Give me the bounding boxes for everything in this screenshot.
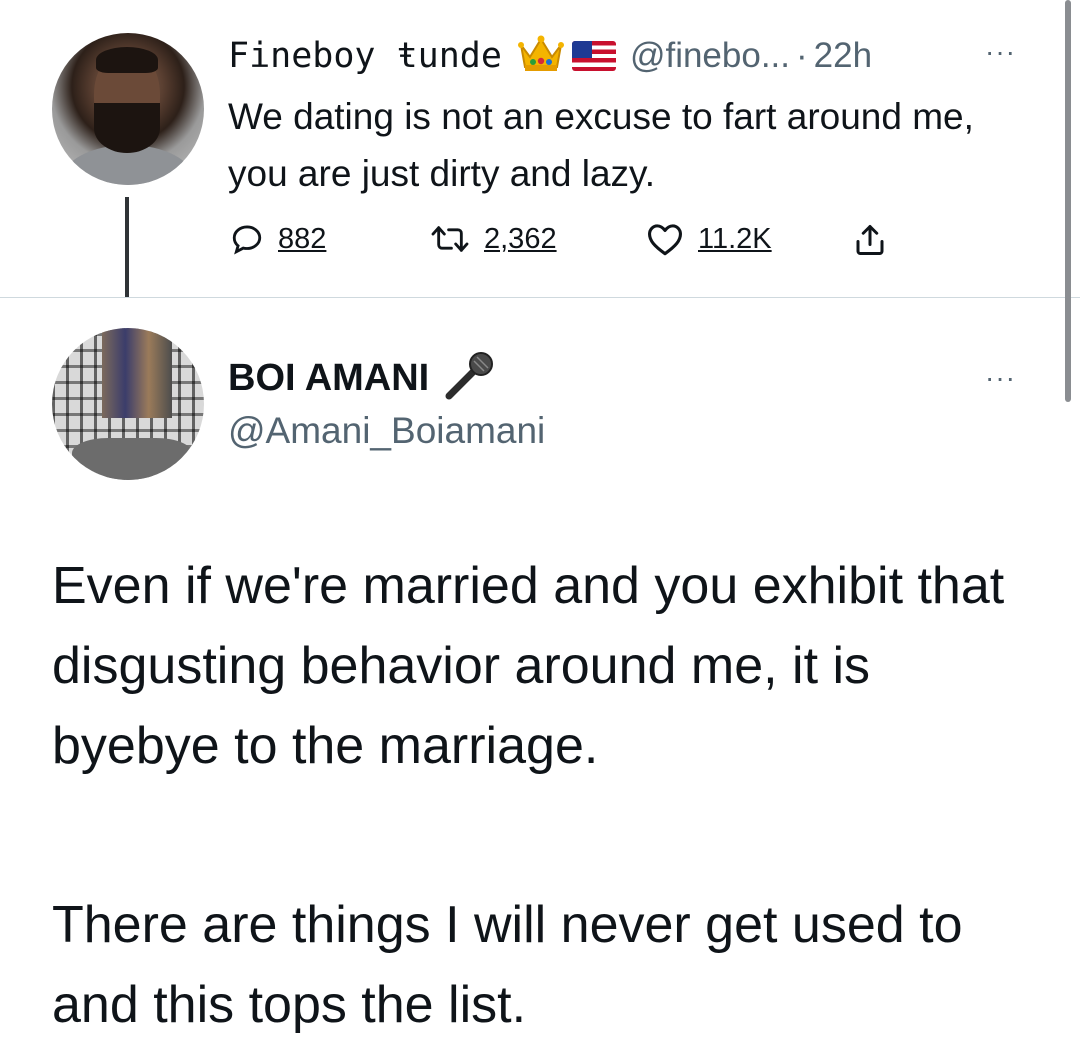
avatar-background-figure: [102, 328, 172, 418]
scrollbar-thumb[interactable]: [1065, 0, 1071, 402]
reply-tweet-paragraph-1: Even if we're married and you exhibit th…: [52, 557, 1005, 775]
share-action[interactable]: [851, 222, 889, 258]
retweet-action[interactable]: 2,362: [430, 222, 557, 256]
parent-tweet-text: We dating is not an excuse to fart aroun…: [228, 96, 974, 194]
reply-action[interactable]: 882: [230, 222, 326, 256]
thread-connector-line: [125, 197, 129, 297]
reply-author-name-row: BOI AMANI: [228, 350, 497, 407]
us-flag-emoji-icon: [571, 41, 616, 71]
reply-count: 882: [278, 222, 327, 255]
like-icon: [648, 224, 682, 256]
avatar-floor: [72, 438, 192, 480]
retweet-count: 2,362: [484, 222, 557, 255]
header-separator: ·: [796, 36, 808, 75]
crown-emoji-icon: [517, 33, 564, 79]
tweet-time[interactable]: 22h: [814, 36, 872, 76]
reply-author-handle[interactable]: @Amani_Boiamani: [228, 410, 545, 452]
tweet-divider: [0, 297, 1080, 298]
avatar-beard: [94, 103, 160, 153]
parent-author-name[interactable]: Fineboy ŧunde: [228, 36, 502, 76]
microphone-emoji-icon: [441, 350, 497, 407]
reply-author-name[interactable]: BOI AMANI: [228, 357, 429, 400]
parent-author-handle[interactable]: @finebo...: [630, 36, 790, 76]
reply-tweet-paragraph-2: There are things I will never get used t…: [52, 896, 963, 1034]
reply-more-options-icon[interactable]: ···: [985, 362, 1016, 394]
like-count: 11.2K: [698, 222, 772, 255]
parent-author-avatar[interactable]: [52, 33, 204, 185]
retweet-icon: [431, 226, 469, 252]
avatar-hair: [96, 47, 158, 73]
reply-icon: [232, 225, 262, 255]
like-action[interactable]: 11.2K: [646, 222, 772, 256]
reply-author-avatar[interactable]: [52, 328, 204, 480]
parent-tweet-header: Fineboy ŧunde @finebo... · 22h: [228, 28, 872, 84]
share-icon: [856, 225, 884, 255]
parent-more-options-icon[interactable]: ···: [985, 36, 1016, 68]
